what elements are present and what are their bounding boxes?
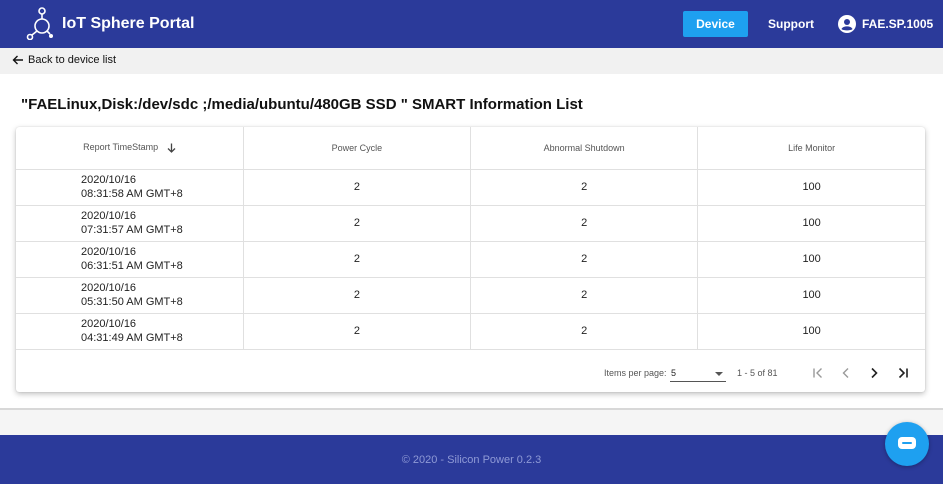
cell-life-monitor: 100	[697, 241, 925, 278]
page-title: "FAELinux,Disk:/dev/sdc ;/media/ubuntu/4…	[21, 96, 583, 113]
user-menu[interactable]: FAE.SP.1005	[838, 11, 933, 37]
last-page-icon	[898, 367, 908, 379]
prev-page-icon	[842, 368, 849, 378]
column-header-timestamp[interactable]: Report TimeStamp	[16, 127, 244, 170]
cell-timestamp: 2020/10/16 05:31:50 AM GMT+8	[16, 277, 244, 314]
table-header-row: Report TimeStamp Power Cycle Abnormal Sh…	[16, 127, 925, 170]
cell-abnormal-shutdown: 2	[470, 169, 699, 206]
main-content: "FAELinux,Disk:/dev/sdc ;/media/ubuntu/4…	[0, 74, 943, 410]
footer-copyright: © 2020 - Silicon Power 0.2.3	[401, 453, 542, 466]
hub-logo-icon[interactable]	[26, 6, 54, 40]
nav-support-link[interactable]: Support	[768, 11, 814, 37]
column-header-abnormal-shutdown[interactable]: Abnormal Shutdown	[470, 127, 699, 170]
account-circle-icon	[838, 15, 856, 33]
table-row: 2020/10/16 07:31:57 AM GMT+8 2 2 100	[16, 205, 925, 242]
column-header-power-cycle[interactable]: Power Cycle	[243, 127, 472, 170]
cell-abnormal-shutdown: 2	[470, 277, 699, 314]
user-name: FAE.SP.1005	[862, 17, 934, 31]
cell-power-cycle: 2	[243, 205, 472, 242]
chat-icon	[898, 437, 916, 449]
smart-table-card: Report TimeStamp Power Cycle Abnormal Sh…	[16, 127, 925, 392]
first-page-button[interactable]	[808, 363, 828, 383]
cell-power-cycle: 2	[243, 241, 472, 278]
table-row: 2020/10/16 06:31:51 AM GMT+8 2 2 100	[16, 241, 925, 278]
cell-power-cycle: 2	[243, 277, 472, 314]
cell-abnormal-shutdown: 2	[470, 313, 699, 350]
next-page-icon	[871, 367, 878, 379]
cell-abnormal-shutdown: 2	[470, 205, 699, 242]
chevron-down-icon	[715, 372, 723, 376]
range-label: 1 - 5 of 81	[737, 368, 778, 378]
prev-page-button[interactable]	[836, 363, 856, 383]
items-per-page-select[interactable]: 5	[670, 364, 726, 382]
cell-timestamp: 2020/10/16 07:31:57 AM GMT+8	[16, 205, 244, 242]
next-page-button[interactable]	[864, 363, 884, 383]
footer: © 2020 - Silicon Power 0.2.3	[0, 435, 943, 484]
cell-timestamp: 2020/10/16 06:31:51 AM GMT+8	[16, 241, 244, 278]
cell-abnormal-shutdown: 2	[470, 241, 699, 278]
items-per-page-label: Items per page:	[604, 368, 667, 378]
cell-timestamp: 2020/10/16 08:31:58 AM GMT+8	[16, 169, 244, 206]
paginator: Items per page: 5 1 - 5 of 81	[16, 353, 925, 392]
cell-power-cycle: 2	[243, 313, 472, 350]
table-row: 2020/10/16 04:31:49 AM GMT+8 2 2 100	[16, 313, 925, 350]
back-link-label: Back to device list	[28, 54, 117, 66]
cell-life-monitor: 100	[697, 277, 925, 314]
top-navbar: IoT Sphere Portal Device Support FAE.SP.…	[0, 0, 943, 48]
table-row: 2020/10/16 05:31:50 AM GMT+8 2 2 100	[16, 277, 925, 314]
sort-arrow-down-icon	[167, 143, 176, 153]
cell-life-monitor: 100	[697, 313, 925, 350]
column-header-life-monitor[interactable]: Life Monitor	[697, 127, 925, 170]
app-title[interactable]: IoT Sphere Portal	[62, 15, 194, 33]
arrow-back-icon	[12, 55, 23, 65]
cell-timestamp: 2020/10/16 04:31:49 AM GMT+8	[16, 313, 244, 350]
first-page-icon	[813, 368, 822, 378]
back-to-device-list-link[interactable]: Back to device list	[12, 54, 116, 66]
cell-power-cycle: 2	[243, 169, 472, 206]
content-divider	[0, 408, 943, 410]
cell-life-monitor: 100	[697, 205, 925, 242]
nav-device-button[interactable]: Device	[683, 11, 748, 37]
table-row: 2020/10/16 08:31:58 AM GMT+8 2 2 100	[16, 169, 925, 206]
cell-life-monitor: 100	[697, 169, 925, 206]
sub-toolbar: Back to device list	[0, 48, 943, 74]
chat-button[interactable]	[885, 422, 929, 466]
smart-info-table: Report TimeStamp Power Cycle Abnormal Sh…	[16, 127, 925, 350]
last-page-button[interactable]	[893, 363, 913, 383]
